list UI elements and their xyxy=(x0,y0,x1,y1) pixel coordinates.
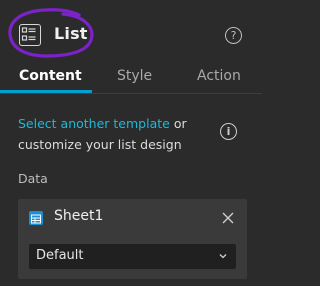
datasource-name: Sheet1 xyxy=(54,208,104,224)
close-icon[interactable] xyxy=(221,210,235,224)
select-template-link[interactable]: Select another template xyxy=(18,116,170,131)
list-settings-panel: List ? Content Style Action Select anoth… xyxy=(0,0,262,286)
info-circle-icon[interactable]: i xyxy=(220,123,237,140)
panel-title: List xyxy=(54,24,88,43)
data-view-select[interactable]: Default xyxy=(29,244,236,269)
datasource-card: Sheet1 Default xyxy=(18,199,247,279)
data-section-label: Data xyxy=(18,171,48,186)
tab-bar: Content Style Action xyxy=(0,62,262,94)
active-tab-indicator xyxy=(0,90,92,93)
template-description: Select another template or customize you… xyxy=(18,113,218,155)
tab-action[interactable]: Action xyxy=(197,68,241,84)
panel-header: List ? xyxy=(0,0,262,62)
template-text-or: or xyxy=(173,116,187,131)
question-circle-icon[interactable]: ? xyxy=(225,27,242,44)
template-text-customize: customize your list design xyxy=(18,137,182,152)
tab-style[interactable]: Style xyxy=(117,68,152,84)
list-widget-icon xyxy=(19,24,41,46)
data-view-value: Default xyxy=(36,248,84,263)
chevron-down-icon xyxy=(219,254,227,259)
tab-content[interactable]: Content xyxy=(19,68,82,84)
table-icon xyxy=(29,211,43,225)
